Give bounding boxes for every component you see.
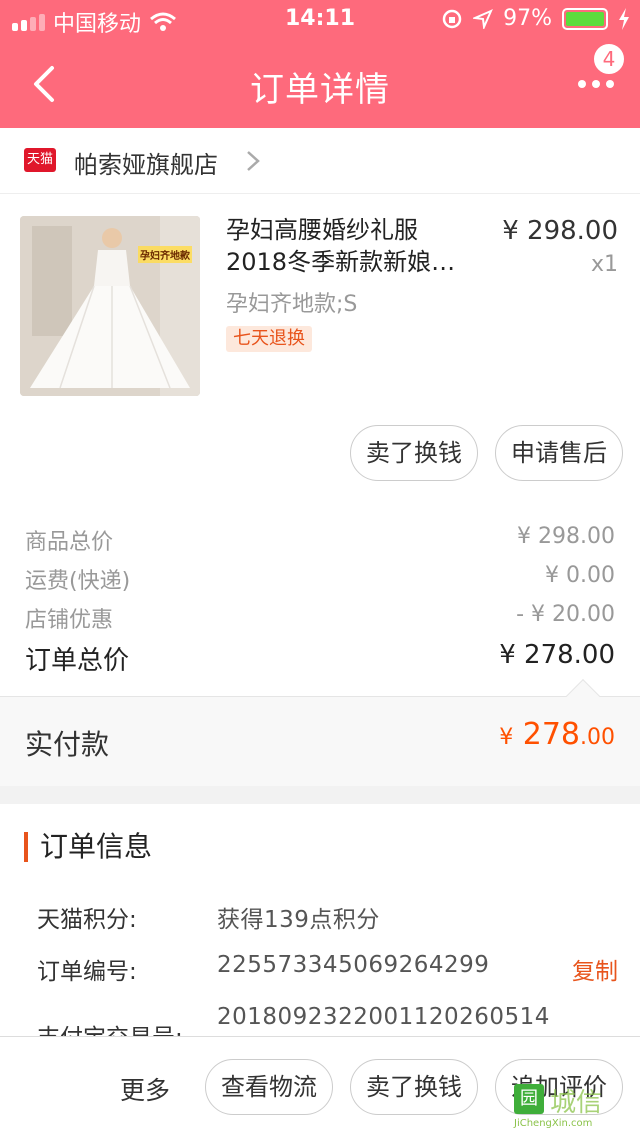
more-dots-icon[interactable]: [576, 74, 616, 94]
price-label: 店铺优惠: [25, 608, 114, 633]
amount-paid-row: 实付款 ¥ 278.00: [0, 679, 640, 786]
watermark-text: 城信: [550, 1088, 603, 1118]
price-value: ¥ 298.00: [517, 524, 615, 549]
info-key: 支付宝交易号:: [37, 1018, 183, 1036]
after-sales-button[interactable]: 申请售后: [495, 425, 623, 481]
info-value: 225573345069264299: [217, 952, 490, 978]
copy-button[interactable]: 复制: [572, 952, 618, 986]
price-label: 运费(快递): [25, 569, 131, 594]
page-title: 订单详情: [250, 70, 390, 110]
product-card: 孕妇齐地款 孕妇高腰婚纱礼服 2018冬季新款新娘… ¥ 298.00 x1 孕…: [0, 194, 640, 494]
tmall-logo: 天猫: [24, 148, 56, 172]
product-title[interactable]: 孕妇高腰婚纱礼服 2018冬季新款新娘…: [226, 214, 486, 278]
store-row[interactable]: 天猫 帕索娅旗舰店: [0, 128, 640, 194]
amount-paid-label: 实付款: [25, 728, 110, 761]
amount-integer: 278: [522, 717, 580, 752]
order-total-label: 订单总价: [25, 646, 130, 676]
info-key: 天猫积分:: [37, 907, 137, 933]
chevron-right-icon: [247, 151, 260, 171]
price-row: 运费(快递) ¥ 0.00: [25, 563, 615, 595]
sell-button[interactable]: 卖了换钱: [350, 425, 478, 481]
info-key: 订单编号:: [37, 959, 137, 985]
charging-icon: [619, 7, 629, 30]
image-caption: 孕妇齐地款: [138, 246, 192, 263]
product-title-line2: 2018冬季新款新娘…: [226, 248, 456, 276]
price-row: 商品总价 ¥ 298.00: [25, 524, 615, 556]
price-row: 店铺优惠 - ¥ 20.00: [25, 602, 615, 634]
nav-bar: 订单详情 4: [0, 40, 640, 128]
section-heading: 订单信息: [24, 832, 152, 862]
order-total-value: ¥ 278.00: [499, 640, 615, 670]
product-sku: 孕妇齐地款;S: [226, 292, 358, 317]
amount-decimal: .00: [580, 725, 615, 750]
battery-icon: [562, 7, 608, 30]
info-value: 2018092322001120260514: [217, 1004, 550, 1030]
order-total-row: 订单总价 ¥ 278.00: [25, 640, 615, 677]
product-title-line1: 孕妇高腰婚纱礼服: [226, 216, 418, 244]
rotation-lock-icon: [442, 9, 462, 28]
price-value: - ¥ 20.00: [516, 602, 615, 627]
return-policy-tag: 七天退换: [226, 326, 312, 352]
more-button[interactable]: 更多: [120, 1071, 170, 1107]
watermark: 园 城信 JiChengXin.com: [514, 1080, 632, 1130]
amount-paid-value: ¥ 278.00: [499, 717, 615, 752]
order-info-section: 订单信息 天猫积分: 获得139点积分 订单编号: 22557334506926…: [0, 804, 640, 1036]
watermark-mark: 园: [514, 1084, 544, 1114]
price-label: 商品总价: [25, 530, 114, 555]
price-value: ¥ 0.00: [545, 563, 615, 588]
status-bar: 中国移动 14:11 97%: [0, 0, 640, 40]
status-right: 97%: [441, 6, 630, 31]
location-icon: [473, 8, 494, 29]
sell-button-bottom[interactable]: 卖了换钱: [350, 1059, 478, 1115]
view-logistics-button[interactable]: 查看物流: [205, 1059, 333, 1115]
wedding-dress-image: [20, 216, 200, 396]
watermark-url: JiChengXin.com: [514, 1118, 593, 1129]
message-badge: 4: [592, 42, 626, 76]
currency-symbol: ¥: [499, 725, 514, 750]
price-breakdown: 商品总价 ¥ 298.00 运费(快递) ¥ 0.00 店铺优惠 - ¥ 20.…: [0, 494, 640, 696]
product-price: ¥ 298.00: [502, 216, 618, 246]
product-quantity: x1: [590, 252, 618, 277]
store-name[interactable]: 帕索娅旗舰店: [74, 145, 218, 180]
info-value: 获得139点积分: [217, 907, 380, 933]
bottom-action-bar: 更多 查看物流 卖了换钱 追加评价 园 城信 JiChengXin.com: [0, 1036, 640, 1136]
battery-percent: 97%: [503, 6, 552, 31]
product-image[interactable]: 孕妇齐地款: [20, 216, 200, 396]
